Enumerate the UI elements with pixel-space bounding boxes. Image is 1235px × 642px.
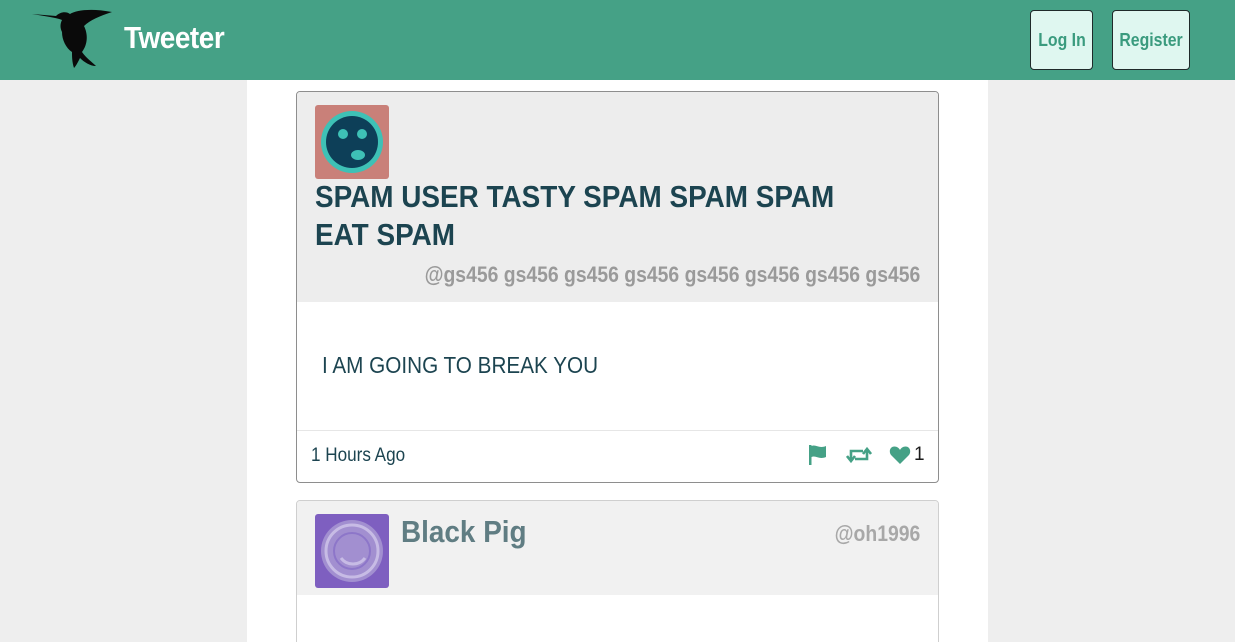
- tweet-card: Black Pig @oh1996: [296, 500, 939, 642]
- user-display-name[interactable]: Black Pig: [401, 514, 527, 550]
- user-handle[interactable]: @oh1996: [834, 521, 920, 547]
- hummingbird-icon[interactable]: [32, 8, 114, 68]
- like-count: 1: [914, 444, 925, 465]
- user-display-name[interactable]: SPAM USER TASTY SPAM SPAM SPAM EAT SPAM: [315, 178, 891, 254]
- tweet-footer: 1 Hours Ago 1: [297, 430, 938, 482]
- tweet-timestamp: 1 Hours Ago: [311, 445, 406, 466]
- heart-icon: [889, 446, 911, 464]
- login-label: Log In: [1037, 29, 1086, 50]
- user-avatar[interactable]: [315, 105, 389, 179]
- tweet-text: I AM GOING TO BREAK YOU: [322, 352, 599, 378]
- sad-face-avatar-icon: [315, 105, 389, 179]
- face-avatar-icon: [315, 514, 389, 588]
- navbar: Tweeter Log In Register: [0, 0, 1235, 80]
- like-button[interactable]: 1: [889, 444, 925, 466]
- flag-button[interactable]: [807, 444, 829, 471]
- retweet-button[interactable]: [845, 444, 873, 471]
- tweet-card: SPAM USER TASTY SPAM SPAM SPAM EAT SPAM …: [296, 91, 939, 483]
- flag-icon: [809, 445, 826, 465]
- user-avatar[interactable]: [315, 514, 389, 588]
- register-button[interactable]: Register: [1112, 10, 1190, 70]
- user-handle[interactable]: @gs456 gs456 gs456 gs456 gs456 gs456 gs4…: [424, 262, 920, 288]
- tweet-feed: SPAM USER TASTY SPAM SPAM SPAM EAT SPAM …: [247, 80, 988, 642]
- register-label: Register: [1119, 29, 1183, 50]
- tweet-header: SPAM USER TASTY SPAM SPAM SPAM EAT SPAM …: [297, 92, 938, 302]
- tweet-header: Black Pig @oh1996: [297, 501, 938, 595]
- login-button[interactable]: Log In: [1030, 10, 1093, 70]
- brand-title[interactable]: Tweeter: [124, 20, 225, 56]
- retweet-icon: [845, 446, 873, 464]
